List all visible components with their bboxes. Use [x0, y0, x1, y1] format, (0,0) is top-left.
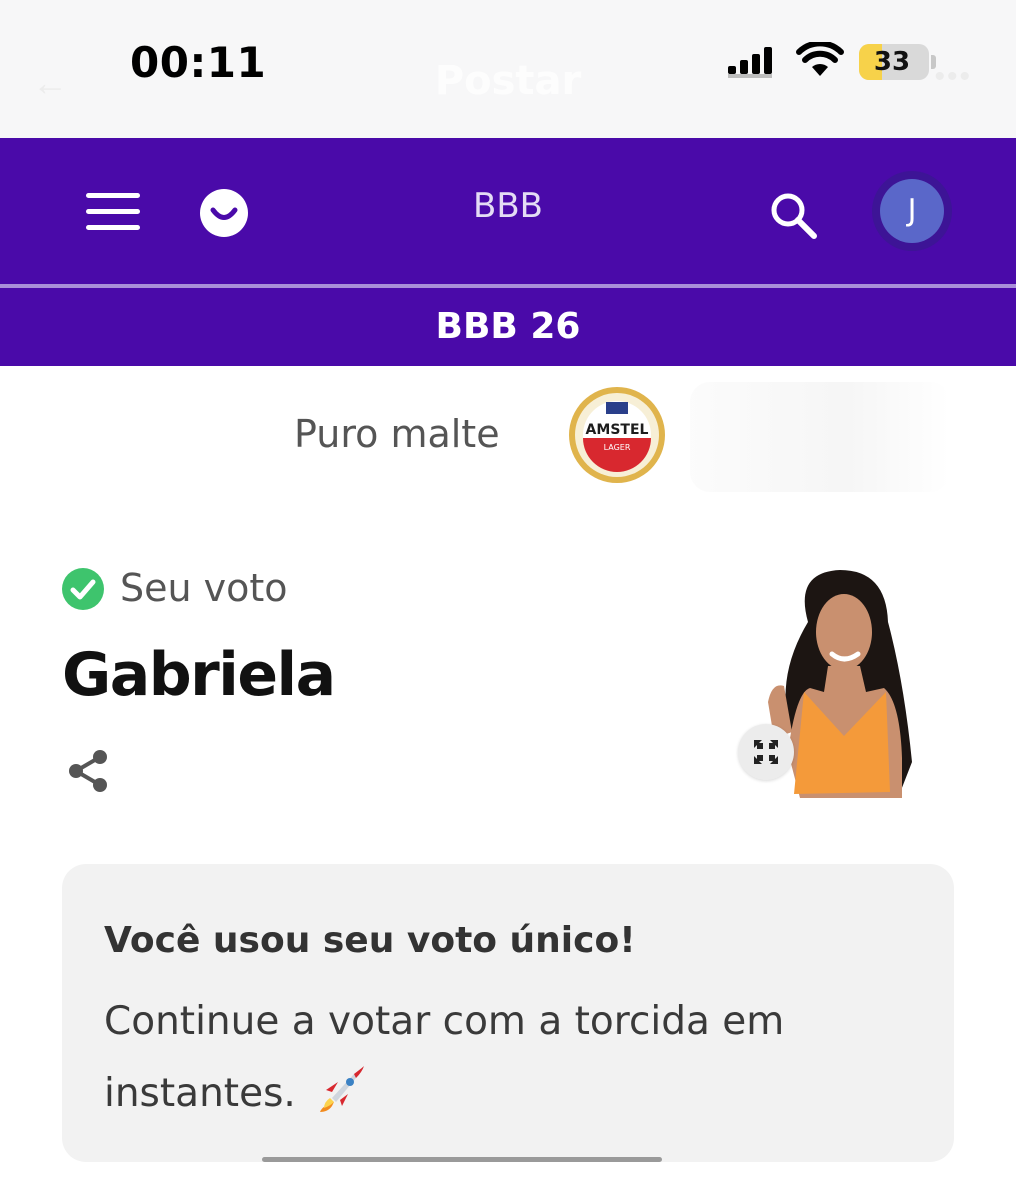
header-title: BBB — [473, 186, 543, 226]
sponsor-text: Puro malte — [294, 412, 500, 456]
signal-icon — [728, 47, 772, 78]
battery-tip — [931, 55, 936, 69]
amstel-logo[interactable]: AMSTEL LAGER — [568, 386, 666, 484]
expand-icon — [754, 740, 778, 764]
info-title: Você usou seu voto único! — [104, 920, 636, 961]
vote-label: Seu voto — [120, 566, 288, 610]
avatar[interactable]: J — [880, 179, 944, 243]
search-icon[interactable] — [768, 190, 818, 240]
share-icon[interactable] — [66, 748, 110, 794]
more-icon[interactable]: ••• — [934, 60, 972, 94]
amstel-logo-word: AMSTEL — [586, 422, 649, 438]
app-header: BBB J — [0, 138, 1016, 284]
expand-button[interactable] — [738, 724, 794, 780]
wifi-icon — [796, 42, 844, 76]
section-bar: BBB 26 — [0, 288, 1016, 366]
info-body-text: Continue a votar com a torcida em instan… — [104, 999, 785, 1116]
info-card: Você usou seu voto único! Continue a vot… — [62, 864, 954, 1162]
check-circle-icon — [62, 568, 104, 610]
battery-icon: 33 — [859, 44, 929, 80]
rocket-icon — [320, 1066, 365, 1112]
section-title: BBB 26 — [435, 306, 581, 347]
info-body: Continue a votar com a torcida em instan… — [104, 986, 884, 1130]
amstel-logo-subword: LAGER — [604, 443, 631, 452]
battery-level: 33 — [873, 47, 911, 77]
page: ← Postar ••• 00:11 33 BBB J BBB 26 Puro … — [0, 0, 1016, 1200]
scroll-indicator[interactable] — [262, 1157, 662, 1162]
sponsor-banner — [690, 382, 950, 492]
status-bar: ← Postar ••• 00:11 33 — [0, 0, 1016, 138]
status-time: 00:11 — [130, 38, 267, 87]
candidate-name: Gabriela — [62, 640, 336, 710]
